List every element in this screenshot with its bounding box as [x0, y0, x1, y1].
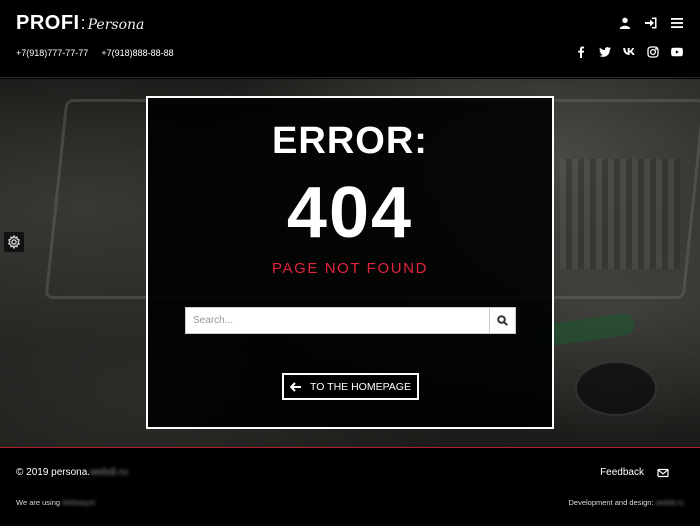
error-title: ERROR: [272, 120, 428, 162]
search-input[interactable] [185, 307, 489, 334]
developer-credit: Development and design: webdi.ru [568, 498, 684, 507]
vk-icon[interactable] [622, 45, 636, 59]
error-panel: ERROR: 404 PAGE NOT FOUND TO THE HOMEPAG… [146, 96, 554, 429]
feedback-link[interactable]: Feedback [600, 467, 644, 478]
error-subtitle: PAGE NOT FOUND [271, 260, 429, 277]
circuit-board-photo-shape [560, 159, 680, 269]
phone-link-1[interactable]: +7(918)777-77-77 [16, 48, 88, 58]
error-code: 404 [286, 173, 414, 253]
platform-credit: We are using Webasyst [16, 498, 95, 507]
gear-icon [7, 235, 21, 249]
phone-list: +7(918)777-77-77 +7(918)888-88-88 [16, 48, 174, 58]
black-disc-photo-shape [575, 361, 657, 416]
social-links [574, 45, 684, 59]
site-header: PROFI : Persona +7(918)777-77-77 +7(918)… [0, 0, 700, 78]
search-button[interactable] [489, 307, 516, 334]
menu-icon[interactable] [670, 16, 684, 30]
homepage-button-label: TO THE HOMEPAGE [310, 380, 411, 393]
mail-icon[interactable] [656, 466, 670, 480]
logo-main-text: PROFI [16, 12, 80, 34]
user-icon[interactable] [618, 16, 632, 30]
platform-credit-label: We are using [16, 498, 61, 507]
instagram-icon[interactable] [646, 45, 660, 59]
developer-credit-label: Development and design: [568, 498, 654, 507]
homepage-button[interactable]: TO THE HOMEPAGE [282, 373, 419, 400]
site-footer: © 2019 persona.webdi.ru Feedback We are … [0, 447, 700, 526]
search-icon [497, 315, 508, 326]
header-actions [618, 16, 684, 30]
logo-separator: : [80, 13, 86, 33]
platform-credit-link[interactable]: Webasyst [62, 498, 95, 507]
settings-tab[interactable] [4, 232, 24, 252]
copyright-domain[interactable]: webdi.ru [90, 467, 128, 478]
facebook-icon[interactable] [574, 45, 588, 59]
copyright-text: © 2019 persona.webdi.ru [16, 467, 128, 478]
sign-in-icon[interactable] [644, 16, 658, 30]
logo-script-text: Persona [87, 17, 145, 33]
developer-credit-link[interactable]: webdi.ru [656, 498, 684, 507]
phone-link-2[interactable]: +7(918)888-88-88 [101, 48, 173, 58]
search-form [185, 307, 516, 334]
site-logo[interactable]: PROFI : Persona [16, 12, 144, 35]
arrow-left-icon [290, 381, 302, 392]
twitter-icon[interactable] [598, 45, 612, 59]
copyright-label: © 2019 persona. [16, 467, 91, 478]
youtube-icon[interactable] [670, 45, 684, 59]
